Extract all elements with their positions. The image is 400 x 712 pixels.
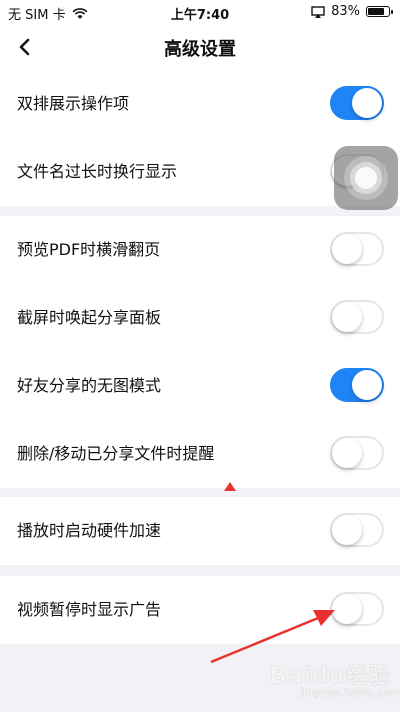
toggle-knob	[332, 515, 362, 545]
setting-row: 双排展示操作项	[0, 70, 400, 138]
baidu-watermark-url: jingyan.baidu.com	[300, 686, 400, 699]
setting-label: 截屏时唤起分享面板	[17, 308, 162, 327]
toggle-switch[interactable]	[330, 368, 384, 402]
toggle-switch[interactable]	[330, 300, 384, 334]
toggle-knob	[332, 302, 362, 332]
toggle-switch[interactable]	[330, 436, 384, 470]
setting-label: 播放时启动硬件加速	[17, 521, 162, 540]
screen-mirroring-icon	[311, 5, 325, 18]
setting-row: 截屏时唤起分享面板	[0, 284, 400, 352]
toggle-switch[interactable]	[330, 232, 384, 266]
toggle-knob	[352, 88, 382, 118]
setting-label: 好友分享的无图模式	[17, 376, 162, 395]
setting-label: 删除/移动已分享文件时提醒	[17, 444, 215, 463]
setting-label: 预览PDF时横滑翻页	[17, 240, 161, 259]
setting-row: 预览PDF时横滑翻页	[0, 216, 400, 284]
nav-bar: 高级设置	[0, 24, 400, 70]
settings-group-2: 预览PDF时横滑翻页 截屏时唤起分享面板 好友分享的无图模式 删除/移动已分享文…	[0, 216, 400, 488]
toggle-knob	[352, 370, 382, 400]
toggle-switch[interactable]	[330, 86, 384, 120]
setting-row: 好友分享的无图模式	[0, 352, 400, 420]
settings-group-3: 播放时启动硬件加速	[0, 497, 400, 565]
assistive-touch-button[interactable]	[334, 146, 398, 210]
status-right: 83%	[311, 4, 393, 19]
setting-label: 双排展示操作项	[17, 94, 130, 113]
setting-row: 删除/移动已分享文件时提醒	[0, 420, 400, 488]
red-triangle-marker	[224, 482, 236, 491]
battery-percent: 83%	[331, 4, 360, 19]
setting-label: 文件名过长时换行显示	[17, 162, 178, 181]
toggle-knob	[332, 438, 362, 468]
setting-label: 视频暂停时显示广告	[17, 600, 162, 619]
assistive-touch-ring	[355, 167, 377, 189]
toggle-knob	[332, 234, 362, 264]
setting-row: 播放时启动硬件加速	[0, 497, 400, 565]
status-bar: 无 SIM 卡 上午7:40 83%	[0, 0, 400, 24]
page-title: 高级设置	[164, 39, 236, 60]
toggle-switch[interactable]	[330, 513, 384, 547]
battery-fill	[368, 8, 385, 15]
battery-icon	[366, 6, 393, 17]
